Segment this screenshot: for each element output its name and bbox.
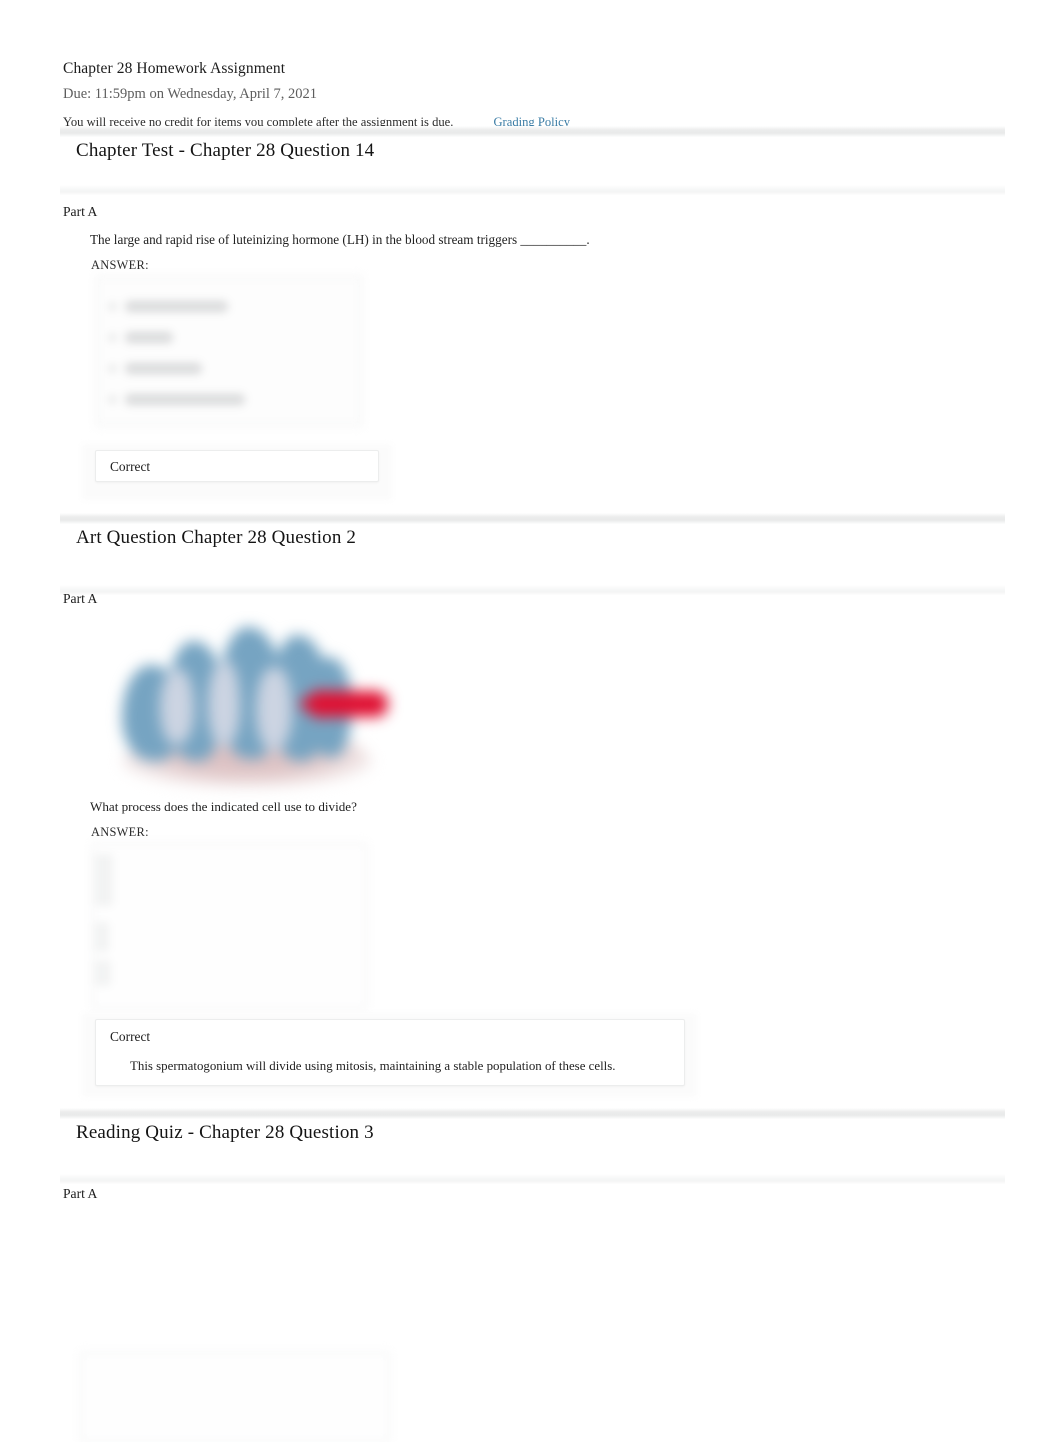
assignment-title: Chapter 28 Homework Assignment [63, 60, 286, 77]
answer-choices-redacted[interactable] [80, 1352, 390, 1442]
assignment-due-date: Due: 11:59pm on Wednesday, April 7, 2021 [63, 86, 318, 102]
feedback-explanation: This spermatogonium will divide using mi… [130, 1059, 616, 1073]
redacted-fragment [95, 854, 113, 906]
choice-radio-icon[interactable] [109, 365, 116, 372]
answer-label: ANSWER: [91, 825, 149, 839]
choice-option-text[interactable] [125, 332, 173, 343]
histology-figure [100, 613, 400, 803]
figure-cell-lumen [208, 661, 240, 747]
choice-option-text[interactable] [125, 301, 228, 312]
choice-radio-icon[interactable] [109, 303, 116, 310]
feedback-status: Correct [110, 1029, 151, 1044]
figure-cell-lumen [160, 669, 194, 745]
choice-radio-icon[interactable] [109, 334, 116, 341]
section-heading: Reading Quiz - Chapter 28 Question 3 [76, 1122, 374, 1143]
figure-caption: What process does the indicated cell use… [90, 799, 357, 814]
part-divider-band [60, 1174, 1005, 1184]
indicator-arrow-icon [312, 691, 388, 717]
redacted-fragment [95, 960, 111, 986]
feedback-status: Correct [110, 459, 151, 474]
section-heading: Chapter Test - Chapter 28 Question 14 [76, 140, 375, 161]
part-label: Part A [63, 204, 98, 219]
part-divider-band [60, 185, 1005, 195]
answer-label: ANSWER: [91, 258, 149, 272]
section-heading: Art Question Chapter 28 Question 2 [76, 527, 357, 548]
answer-choices-redacted[interactable] [96, 276, 362, 426]
section-header-band [60, 513, 1005, 524]
question-prompt: The large and rapid rise of luteinizing … [90, 232, 590, 247]
assignment-page: Chapter 28 Homework Assignment Due: 11:5… [0, 0, 1062, 1442]
indicator-arrow-head-icon [298, 688, 320, 720]
section-header-band [60, 1108, 1005, 1119]
figure-cell-lumen [256, 667, 292, 751]
redacted-fragment [95, 922, 109, 952]
choice-radio-icon[interactable] [109, 396, 116, 403]
part-divider-band [60, 585, 1005, 595]
part-label: Part A [63, 1186, 98, 1201]
part-label: Part A [63, 591, 98, 606]
choice-option-text[interactable] [125, 394, 245, 405]
assignment-header: Chapter 28 Homework Assignment Due: 11:5… [63, 58, 1013, 131]
section-header-band [60, 126, 1005, 137]
answer-choices-redacted[interactable] [92, 843, 367, 1009]
choice-option-text[interactable] [125, 363, 202, 374]
